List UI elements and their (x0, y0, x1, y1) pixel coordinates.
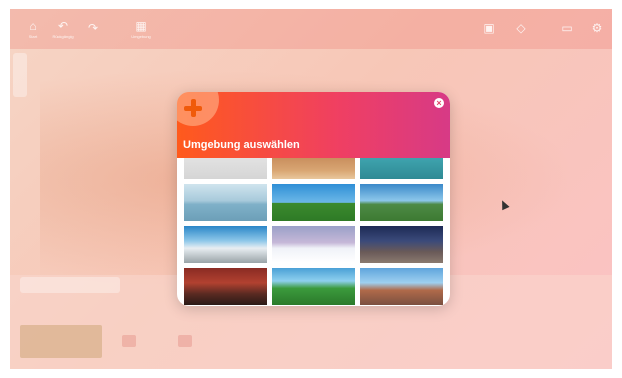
toolbar-home-button[interactable]: ⌂ Start (16, 14, 50, 44)
dialog-header: × Umgebung auswählen (177, 92, 450, 158)
environment-thumbnail-town[interactable] (360, 226, 443, 263)
environment-thumbnail-field[interactable] (272, 184, 355, 221)
redo-icon: ↷ (87, 21, 99, 35)
environment-thumbnail-hills[interactable] (360, 184, 443, 221)
dialog-title: Umgebung auswählen (183, 139, 300, 151)
bottom-panel-thumbnail (20, 325, 102, 358)
bottom-panel-icon (178, 335, 192, 347)
grid-icon: ▦ (135, 18, 147, 33)
toolbar-right-button-1[interactable]: ▣ (472, 14, 506, 44)
undo-icon: ↶ (57, 18, 69, 33)
plus-icon (177, 92, 219, 126)
toolbar-right-button-4[interactable]: ⚙ (580, 14, 612, 44)
close-icon[interactable]: × (434, 98, 444, 108)
environment-dialog: × Umgebung auswählen (177, 92, 450, 306)
bottom-panel-tabs (20, 277, 120, 293)
toolbar-environment-button[interactable]: ▦ Umgebung (124, 14, 158, 44)
environment-thumbnail-snow-mountains[interactable] (184, 226, 267, 263)
environment-thumbnail-valley[interactable] (272, 268, 355, 305)
top-toolbar: ⌂ Start ↶ Rückgängig ↷ ▦ Umgebung ▣ ◇ ▭ (10, 9, 612, 49)
toolbar-right-button-3[interactable]: ▭ (550, 14, 584, 44)
environment-thumbnail-room[interactable] (184, 268, 267, 305)
home-icon: ⌂ (29, 18, 37, 33)
side-toolbox (13, 53, 27, 97)
environment-thumbnail-fog[interactable] (184, 158, 267, 179)
environment-thumbnail-winter[interactable] (272, 226, 355, 263)
environment-thumbnail-desert[interactable] (272, 158, 355, 179)
toolbar-undo-button[interactable]: ↶ Rückgängig (46, 14, 80, 44)
environment-thumbnail-city[interactable] (360, 268, 443, 305)
gear-icon: ⚙ (591, 21, 603, 35)
window-title (270, 13, 360, 19)
environment-thumbnail-teal[interactable] (360, 158, 443, 179)
toolbar-redo-button[interactable]: ↷ (76, 14, 110, 44)
toolbar-right-button-2[interactable]: ◇ (504, 14, 538, 44)
share-icon: ◇ (516, 21, 526, 35)
camera-icon: ▣ (483, 21, 495, 35)
bottom-panel-icon (122, 335, 136, 347)
monitor-icon: ▭ (561, 21, 573, 35)
environment-thumbnail-sea[interactable] (184, 184, 267, 221)
environment-grid (184, 158, 444, 305)
